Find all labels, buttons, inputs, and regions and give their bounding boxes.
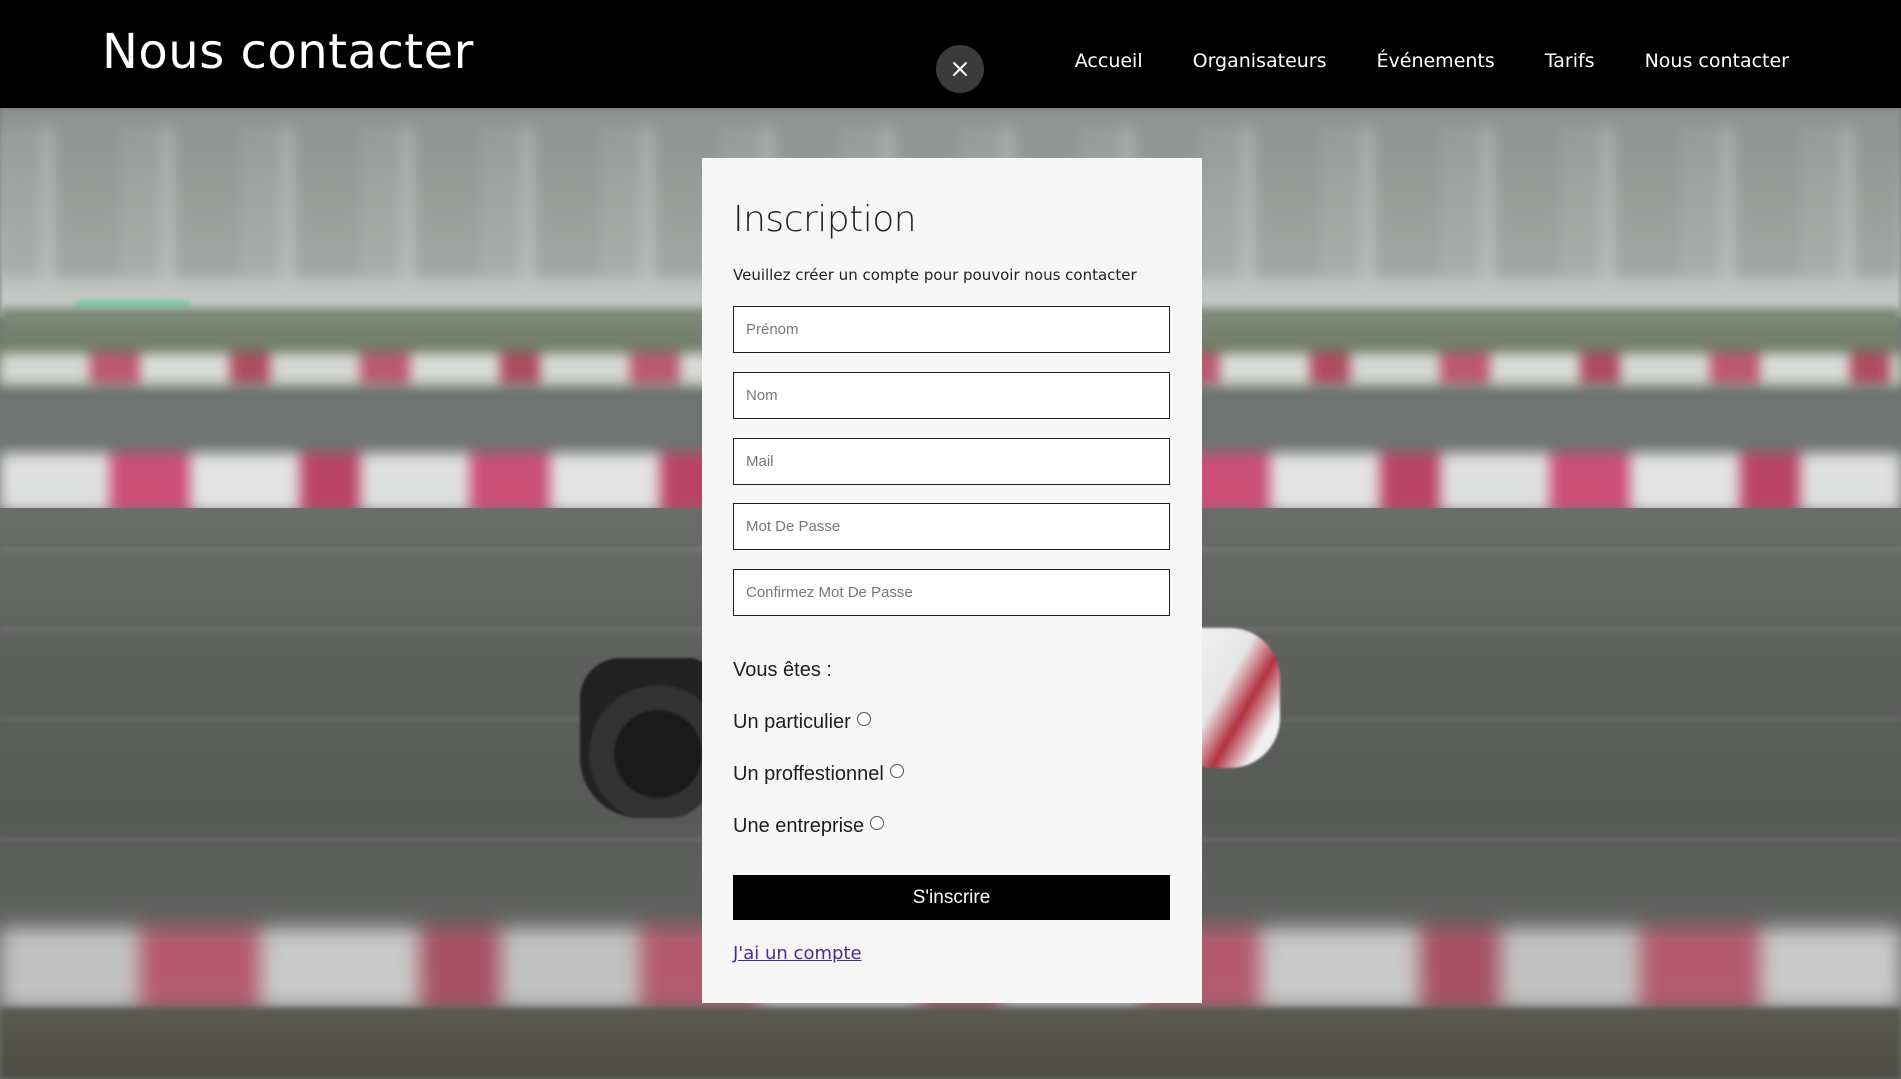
close-icon	[953, 62, 967, 76]
nav-item-evenements[interactable]: Événements	[1377, 48, 1495, 74]
modal-title: Inscription	[733, 199, 917, 240]
option-entreprise: Une entreprise	[733, 814, 885, 838]
option-particulier: Un particulier	[733, 710, 871, 734]
radio-particulier[interactable]	[856, 712, 871, 726]
option-label: Un particulier	[733, 711, 851, 733]
email-field[interactable]	[733, 438, 1170, 485]
top-header: Nous contacter Accueil Organisateurs Évé…	[0, 0, 1901, 108]
nav-item-tarifs[interactable]: Tarifs	[1545, 48, 1595, 74]
signup-button[interactable]: S'inscrire	[733, 875, 1170, 920]
background-sign	[75, 300, 190, 308]
last-name-field[interactable]	[733, 372, 1170, 419]
modal-subtitle: Veuillez créer un compte pour pouvoir no…	[733, 266, 1137, 284]
option-label: Une entreprise	[733, 815, 865, 837]
first-name-field[interactable]	[733, 306, 1170, 353]
kart-image-left	[580, 658, 710, 818]
password-field[interactable]	[733, 503, 1170, 550]
kart-image-right	[1190, 628, 1280, 768]
radio-professionnel[interactable]	[889, 764, 904, 778]
radio-entreprise[interactable]	[870, 816, 885, 830]
confirm-password-field[interactable]	[733, 569, 1170, 616]
close-button[interactable]	[936, 45, 984, 93]
signup-modal: Inscription Veuillez créer un compte pou…	[702, 158, 1202, 1003]
login-link[interactable]: J'ai un compte	[733, 942, 862, 966]
option-professionnel: Un proffestionnel	[733, 762, 904, 786]
main-nav: Accueil Organisateurs Événements Tarifs …	[1025, 48, 1789, 74]
user-type-question: Vous êtes :	[733, 659, 832, 681]
option-label: Un proffestionnel	[733, 763, 884, 785]
nav-item-accueil[interactable]: Accueil	[1075, 48, 1143, 74]
background-ground	[0, 1008, 1901, 1079]
nav-item-organisateurs[interactable]: Organisateurs	[1193, 48, 1327, 74]
page-title: Nous contacter	[102, 24, 474, 80]
nav-item-nous-contacter[interactable]: Nous contacter	[1645, 48, 1789, 74]
